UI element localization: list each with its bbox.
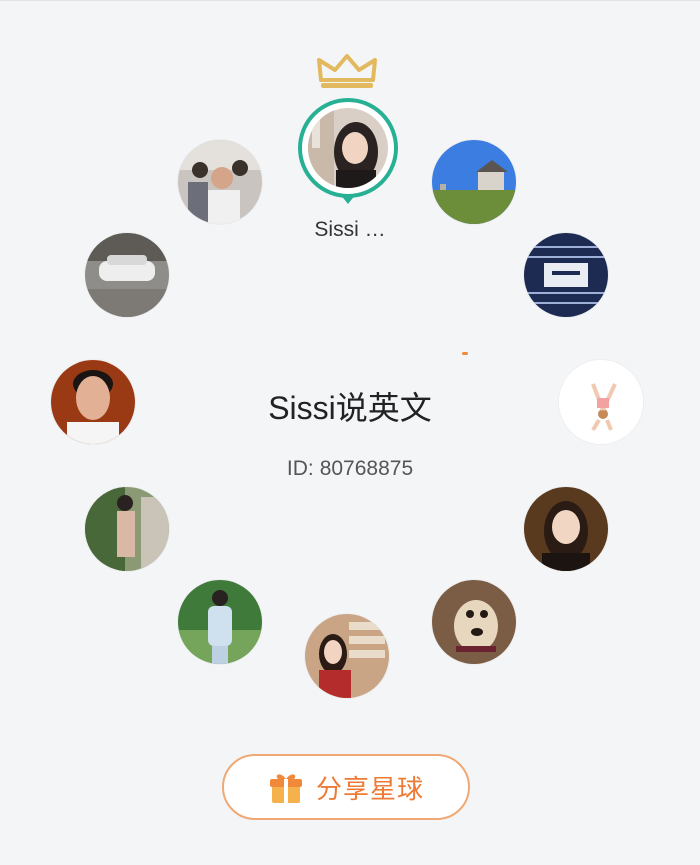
member-meeting-photo[interactable] (178, 140, 262, 224)
share-button-label: 分享星球 (315, 773, 424, 804)
member-dog-photo[interactable] (432, 580, 516, 664)
owner-avatar[interactable] (298, 98, 398, 198)
member-car-photo[interactable] (85, 233, 169, 317)
member-house-photo[interactable] (432, 140, 516, 224)
owner-pin-marker (340, 194, 356, 204)
decorative-spark (462, 352, 468, 355)
member-product-photo[interactable] (524, 233, 608, 317)
member-man-portrait[interactable] (51, 360, 135, 444)
top-divider (0, 0, 700, 1)
owner-avatar-image (308, 108, 388, 188)
crown-icon (317, 54, 377, 88)
owner-name: Sissi … (314, 218, 386, 241)
group-id: ID: 80768875 (200, 457, 500, 481)
group-id-value: 80768875 (319, 457, 414, 480)
share-button[interactable]: 分享星球 (222, 754, 470, 820)
member-woman-library[interactable] (305, 614, 389, 698)
member-yoga-illustration[interactable] (559, 360, 643, 444)
group-id-label: ID: (286, 457, 314, 480)
member-woman-garden[interactable] (85, 487, 169, 571)
group-title: Sissi说英文 (268, 390, 432, 426)
member-woman-park[interactable] (178, 580, 262, 664)
member-woman-portrait[interactable] (524, 487, 608, 571)
gift-icon (269, 774, 302, 803)
